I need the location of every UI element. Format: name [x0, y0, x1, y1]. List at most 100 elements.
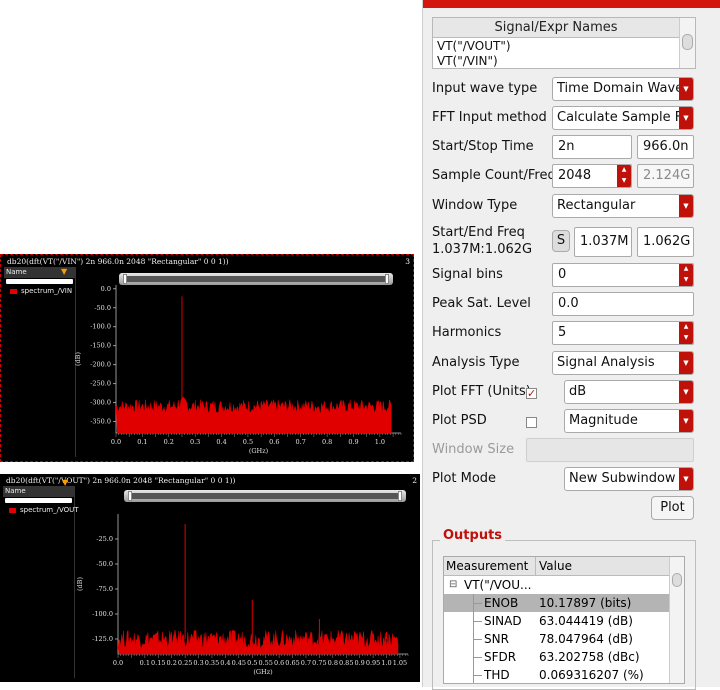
input-wave-type-label: Input wave type: [432, 81, 538, 96]
x-tick-label: 0.9: [354, 659, 364, 667]
y-axis-label: (dB): [76, 577, 84, 591]
spectrum-chart-vin: 0.0 -50.0 -100.0 -150.0 -200.0 -250.0 -300.0 -3…: [74, 285, 402, 455]
measurement-value: 63.044419 (dB): [539, 614, 633, 628]
chevron-down-icon: ▼: [679, 195, 693, 217]
measurement-name: THD: [484, 668, 510, 682]
plot-fft-label: Plot FFT (Units): [432, 384, 531, 399]
plot-button[interactable]: Plot: [651, 496, 694, 520]
dropdown-value: Rectangular: [557, 198, 636, 213]
x-tick-label: 0.4: [216, 438, 226, 446]
sample-freq-field: 2.124G: [637, 164, 694, 188]
spinner-icon[interactable]: ▲ ▼: [617, 165, 631, 187]
x-tick-label: 0.1: [137, 438, 147, 446]
harmonics-field[interactable]: 5 ▲ ▼: [552, 321, 694, 345]
signal-list-scrollbar[interactable]: [679, 18, 695, 68]
plot-fft-checkbox[interactable]: ✓: [526, 388, 537, 399]
outputs-title: Outputs: [440, 528, 506, 543]
harmonics-value: 5: [558, 325, 567, 340]
outputs-table-header: Measurement Value: [444, 557, 684, 576]
collapse-icon[interactable]: ⊟: [449, 576, 457, 594]
dropdown-value: Magnitude: [569, 413, 638, 428]
x-tick-label: 1.0: [381, 659, 391, 667]
y-tick-label: -50.0: [96, 560, 113, 568]
x-tick-label: 0.65: [285, 659, 299, 667]
x-tick-label: 0.7: [301, 659, 311, 667]
window-type-label: Window Type: [432, 198, 518, 213]
start-stop-time-label: Start/Stop Time: [432, 139, 534, 154]
x-tick-label: 0.25: [178, 659, 192, 667]
plot-psd-dropdown[interactable]: Magnitude ▼: [564, 409, 694, 433]
table-row[interactable]: SFDR 63.202758 (dBc): [444, 648, 684, 666]
start-time-field[interactable]: 2n: [552, 135, 632, 159]
spinner-icon[interactable]: ▲ ▼: [679, 322, 693, 344]
plot-vout[interactable]: db20(dft(VT("/VOUT") 2n 966.0n 2048 "Rec…: [0, 474, 420, 682]
col-measurement[interactable]: Measurement: [446, 557, 536, 576]
y-tick-label: -100.0: [92, 610, 113, 618]
signal-bins-field[interactable]: 0 ▲ ▼: [552, 263, 694, 287]
y-tick-label: -300.0: [90, 399, 111, 407]
signal-bins-value: 0: [558, 267, 567, 282]
x-tick-label: 0.2: [164, 438, 174, 446]
input-wave-type-dropdown[interactable]: Time Domain Waveform▼: [552, 77, 694, 101]
plot-psd-checkbox[interactable]: [526, 417, 537, 428]
start-freq-field[interactable]: 1.037M: [574, 227, 632, 257]
x-axis-label: (GHz): [253, 668, 273, 676]
harmonics-label: Harmonics: [432, 325, 502, 340]
x-tick-label: 0.85: [339, 659, 353, 667]
chevron-down-icon: ▼: [679, 352, 693, 374]
end-freq-field[interactable]: 1.062G: [637, 227, 694, 257]
table-row[interactable]: SNR 78.047964 (dB): [444, 630, 684, 648]
x-tick-label: 0.0: [111, 438, 121, 446]
stop-time-field[interactable]: 966.0n: [637, 135, 694, 159]
table-row[interactable]: SINAD 63.044419 (dB): [444, 612, 684, 630]
chevron-down-icon: ▼: [679, 78, 693, 100]
x-tick-label: 1.05: [393, 659, 407, 667]
noise-floor: [115, 396, 392, 434]
fft-input-method-dropdown[interactable]: Calculate Sample Freq ▼: [552, 106, 694, 130]
y-tick-label: -25.0: [96, 535, 113, 543]
peak-sat-field[interactable]: 0.0: [552, 292, 694, 316]
plot-psd-label: Plot PSD: [432, 413, 487, 428]
plot-fft-units-dropdown[interactable]: dB ▼: [564, 380, 694, 404]
sample-count-label: Sample Count/Freq: [432, 168, 556, 183]
x-tick-label: 0.5: [247, 659, 257, 667]
y-tick-label: -100.0: [90, 323, 111, 331]
measurement-value: 10.17897 (bits): [539, 596, 632, 610]
outputs-table[interactable]: Measurement Value ⊟ VT("/VOU... ENOB 10.1…: [443, 556, 685, 684]
tree-group-row[interactable]: ⊟ VT("/VOU...: [444, 576, 684, 594]
measurement-value: 78.047964 (dB): [539, 632, 633, 646]
x-axis-label: (GHz): [249, 447, 269, 455]
plot-vin[interactable]: db20(dft(VT("/VIN") 2n 966.0n 2048 "Rect…: [0, 254, 414, 462]
x-tick-label: 0.1: [140, 659, 150, 667]
spinner-icon[interactable]: ▲ ▼: [679, 264, 693, 286]
x-tick-label: 0.6: [274, 659, 284, 667]
measurement-name: SFDR: [484, 650, 517, 664]
window-size-label: Window Size: [432, 442, 515, 457]
signal-item[interactable]: VT("/VOUT"): [433, 38, 695, 55]
x-tick-label: 0.15: [151, 659, 165, 667]
sample-count-value: 2048: [558, 168, 592, 183]
table-row[interactable]: THD 0.069316207 (%): [444, 666, 684, 683]
analysis-type-dropdown[interactable]: Signal Analysis ▼: [552, 351, 694, 375]
table-row[interactable]: ENOB 10.17897 (bits): [444, 594, 684, 612]
col-value[interactable]: Value: [536, 557, 572, 576]
dropdown-value: Time Domain Waveform: [557, 81, 693, 96]
plot-mode-dropdown[interactable]: New Subwindow ▼: [564, 467, 694, 491]
x-tick-label: 0.9: [348, 438, 358, 446]
y-tick-label: -75.0: [96, 585, 113, 593]
y-tick-label: -350.0: [90, 418, 111, 426]
window-type-dropdown[interactable]: Rectangular ▼: [552, 194, 694, 218]
signal-item[interactable]: VT("/VIN"): [433, 55, 695, 67]
chevron-down-icon: ▼: [679, 410, 693, 432]
x-tick-label: 0.2: [167, 659, 177, 667]
chevron-down-icon: ▼: [679, 468, 693, 490]
outputs-scrollbar[interactable]: [669, 557, 684, 683]
signal-list[interactable]: Signal/Expr Names VT("/VOUT") VT("/VIN"): [432, 17, 696, 69]
y-tick-label: -50.0: [94, 304, 111, 312]
x-tick-label: 0.4: [220, 659, 230, 667]
s-button[interactable]: S: [552, 230, 570, 252]
sample-count-field[interactable]: 2048 ▲ ▼: [552, 164, 632, 188]
dropdown-value: dB: [569, 384, 587, 399]
x-tick-label: 0.7: [296, 438, 306, 446]
y-tick-label: 0.0: [101, 285, 111, 293]
